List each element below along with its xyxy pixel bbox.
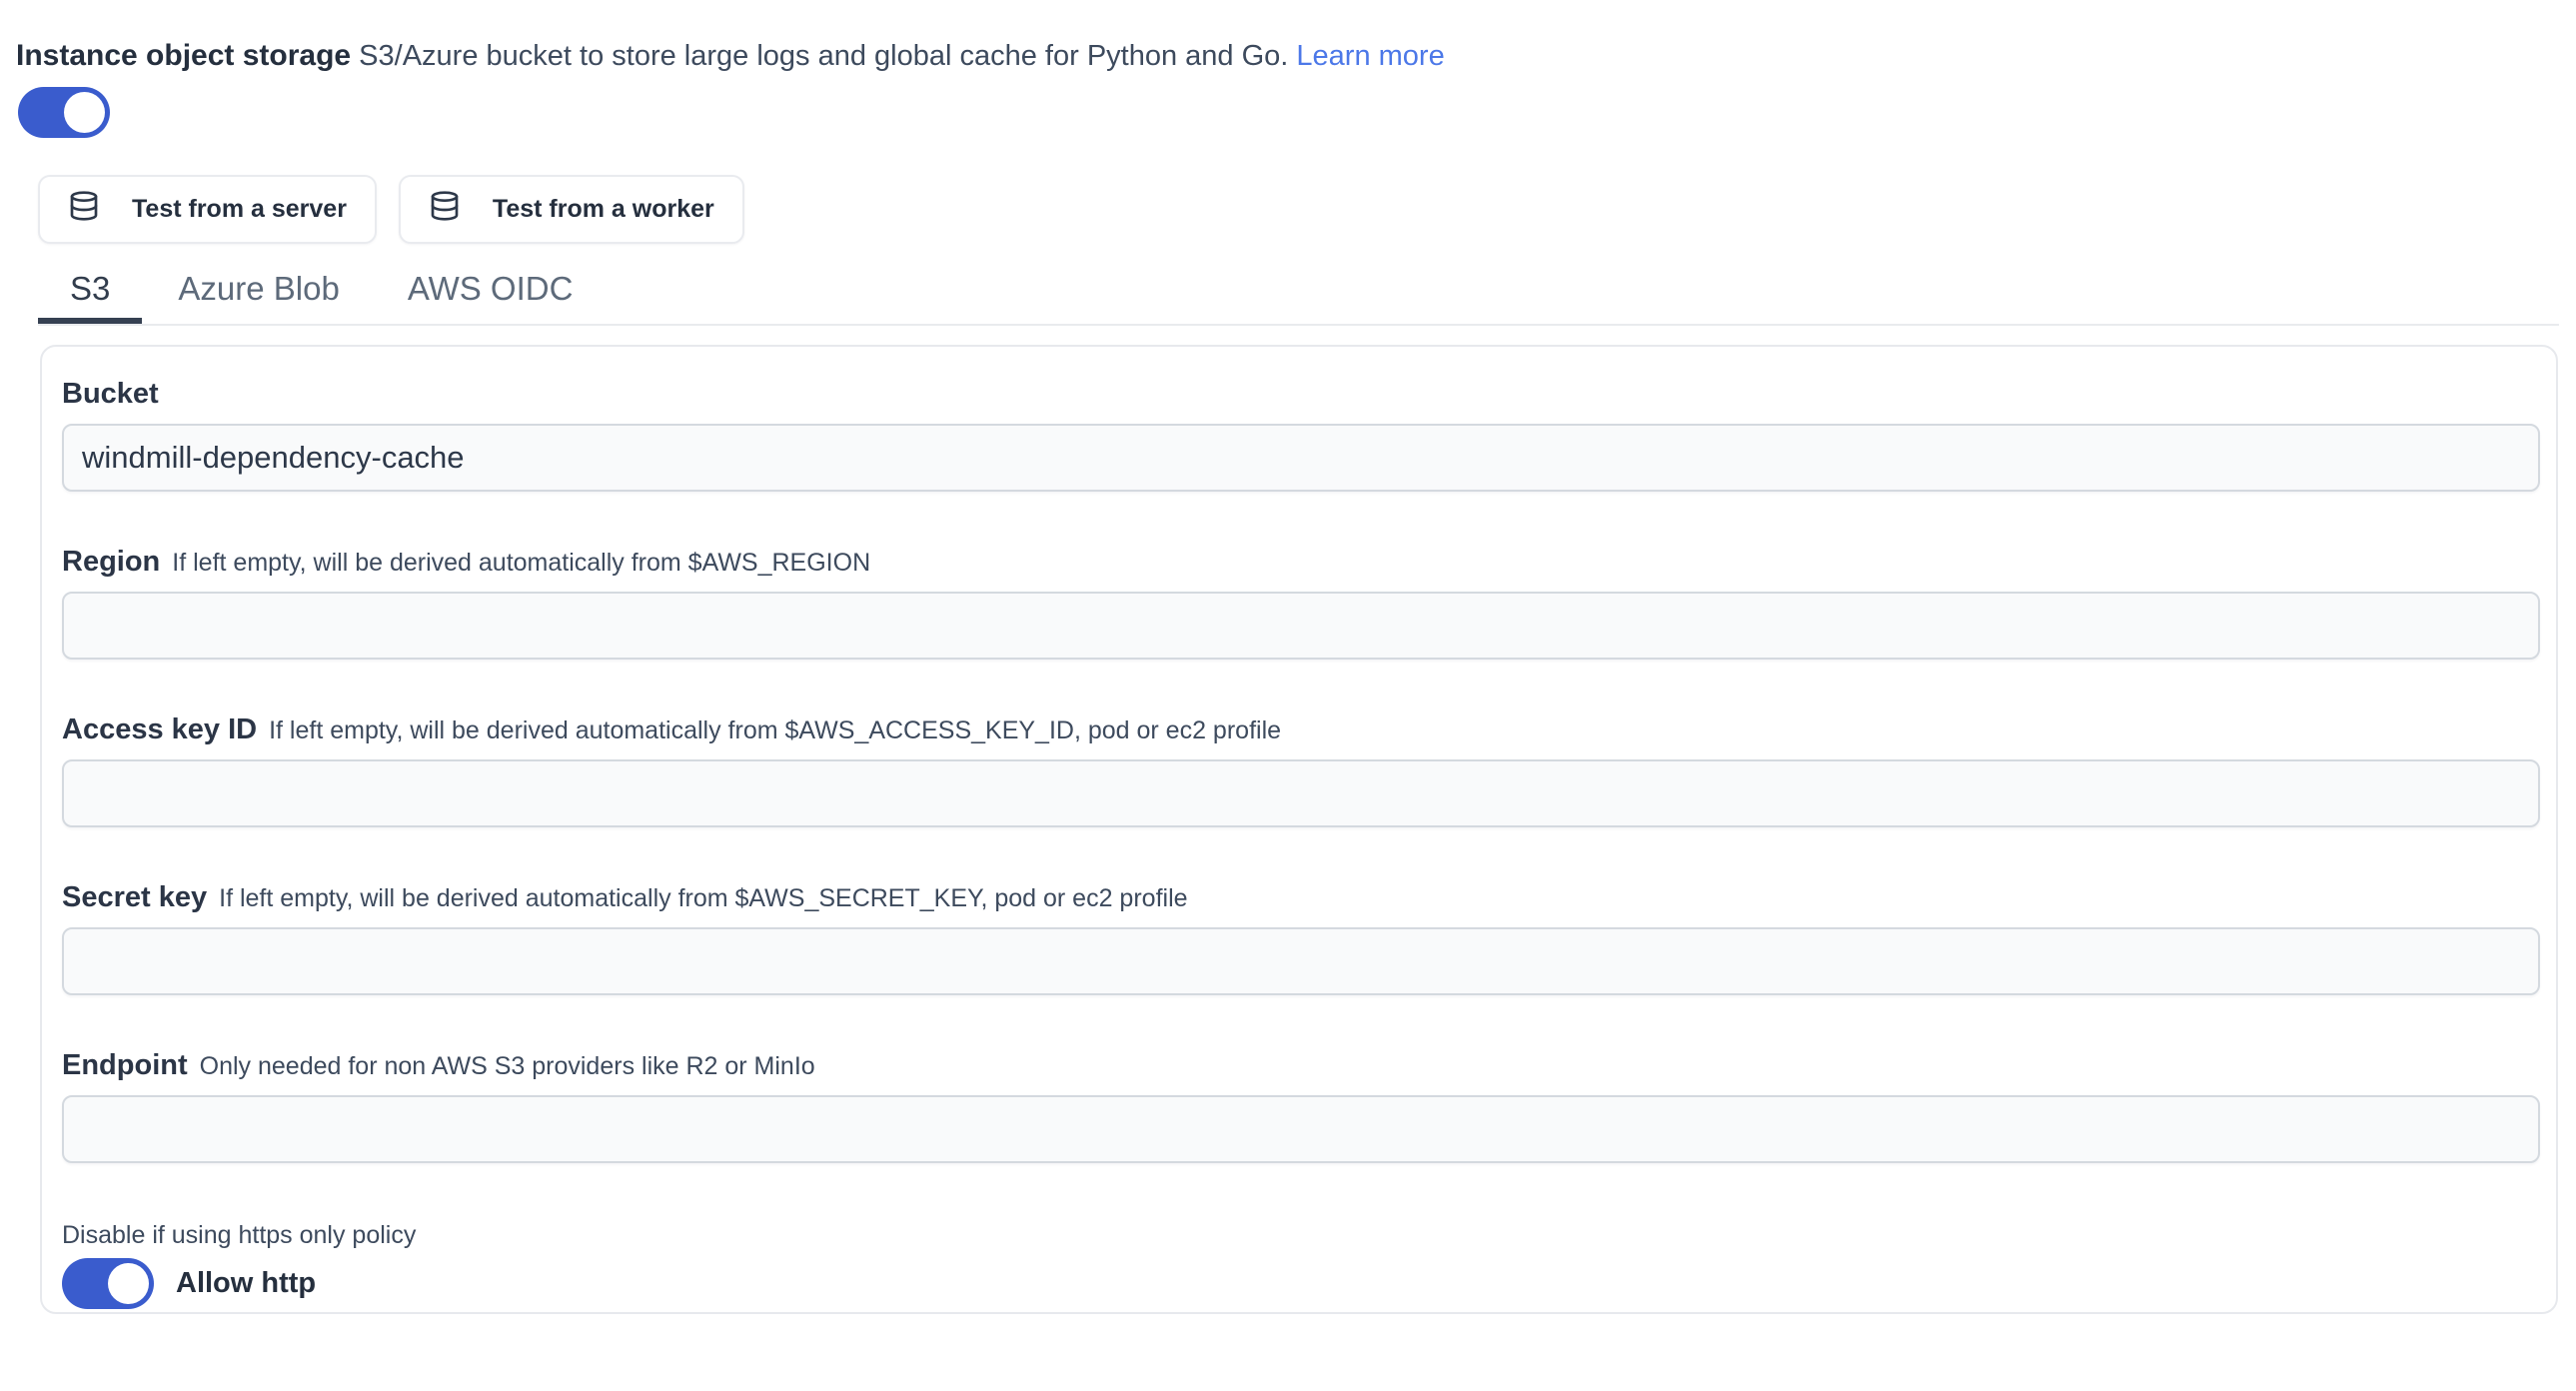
- region-label: Region: [62, 546, 160, 578]
- access-key-id-input[interactable]: [62, 759, 2540, 827]
- https-only-note: Disable if using https only policy: [62, 1220, 2540, 1250]
- secret-key-label: Secret key: [62, 881, 207, 913]
- field-group-region: Region If left empty, will be derived aut…: [62, 545, 2540, 660]
- field-label-row: Bucket: [62, 377, 2540, 416]
- object-storage-toggle[interactable]: [18, 87, 110, 138]
- region-hint: If left empty, will be derived automatic…: [172, 549, 870, 577]
- access-key-id-label: Access key ID: [62, 713, 257, 745]
- toggle-knob: [108, 1263, 149, 1304]
- bucket-label: Bucket: [62, 378, 159, 410]
- field-group-bucket: Bucket: [62, 377, 2540, 492]
- tab-aws-oidc[interactable]: AWS OIDC: [376, 258, 606, 324]
- learn-more-link[interactable]: Learn more: [1296, 40, 1444, 72]
- database-icon: [68, 189, 100, 230]
- endpoint-label: Endpoint: [62, 1049, 188, 1081]
- field-label-row: Secret key If left empty, will be derived…: [62, 880, 2540, 919]
- secret-key-input[interactable]: [62, 927, 2540, 995]
- storage-provider-tabs: S3 Azure Blob AWS OIDC: [38, 258, 2559, 326]
- allow-http-label: Allow http: [176, 1267, 316, 1300]
- page-description: S3/Azure bucket to store large logs and …: [359, 40, 1288, 72]
- endpoint-hint: Only needed for non AWS S3 providers lik…: [200, 1052, 815, 1080]
- endpoint-input[interactable]: [62, 1095, 2540, 1163]
- field-group-endpoint: Endpoint Only needed for non AWS S3 provi…: [62, 1048, 2540, 1163]
- field-label-row: Endpoint Only needed for non AWS S3 provi…: [62, 1048, 2540, 1087]
- access-key-id-hint: If left empty, will be derived automatic…: [269, 716, 1281, 744]
- allow-http-row: Allow http: [62, 1258, 2540, 1309]
- s3-settings-card: Bucket Region If left empty, will be deri…: [40, 345, 2558, 1314]
- field-label-row: Region If left empty, will be derived aut…: [62, 545, 2540, 584]
- bucket-input[interactable]: [62, 424, 2540, 492]
- test-buttons-row: Test from a server Test from a worker: [38, 175, 2576, 244]
- toggle-knob: [64, 92, 105, 133]
- tab-azure-blob[interactable]: Azure Blob: [146, 258, 371, 324]
- page-title: Instance object storage: [16, 39, 351, 72]
- region-input[interactable]: [62, 592, 2540, 660]
- allow-http-toggle[interactable]: [62, 1258, 154, 1309]
- test-from-worker-button[interactable]: Test from a worker: [399, 175, 744, 244]
- field-group-access-key-id: Access key ID If left empty, will be deri…: [62, 712, 2540, 827]
- field-group-secret-key: Secret key If left empty, will be derived…: [62, 880, 2540, 995]
- database-icon: [429, 189, 461, 230]
- test-from-server-label: Test from a server: [132, 195, 347, 224]
- test-from-worker-label: Test from a worker: [493, 195, 714, 224]
- test-from-server-button[interactable]: Test from a server: [38, 175, 377, 244]
- field-label-row: Access key ID If left empty, will be deri…: [62, 712, 2540, 751]
- tab-s3[interactable]: S3: [38, 258, 142, 324]
- page-header: Instance object storage S3/Azure bucket …: [16, 38, 2558, 74]
- secret-key-hint: If left empty, will be derived automatic…: [219, 884, 1187, 912]
